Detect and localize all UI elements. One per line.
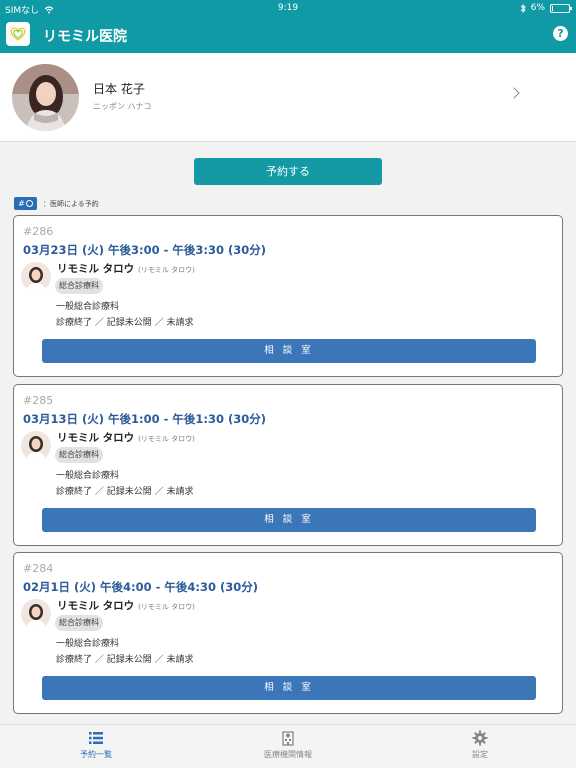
doctor-kana: (リモミル タロウ) [138, 603, 195, 611]
battery-fill [552, 5, 553, 11]
consultation-room-button[interactable]: 相 談 室 [42, 676, 536, 700]
tab-clinic-info[interactable]: 医療機関情報 [228, 730, 348, 760]
bluetooth-icon [520, 3, 526, 13]
avatar [12, 64, 79, 131]
appointment-number: #284 [23, 562, 54, 575]
appointment-status: 診療終了 ／ 記録未公開 ／ 未請求 [56, 487, 194, 497]
doctor-name-text: リモミル タロウ [57, 600, 135, 612]
legend-text: ：医師による予約 [43, 199, 99, 208]
doctor-name: リモミル タロウ (リモミル タロウ) [57, 598, 195, 613]
tab-settings[interactable]: 設定 [420, 730, 540, 760]
doctor-name-text: リモミル タロウ [57, 432, 135, 444]
status-bar: SIMなし 9:19 6% [0, 0, 576, 17]
appointment-datetime: 02月1日 (火) 午後4:00 - 午後4:30 (30分) [23, 580, 259, 594]
appointment-menu: 一般総合診療科 [56, 639, 120, 649]
doctor-avatar [21, 431, 51, 461]
tab-label: 医療機関情報 [264, 750, 312, 759]
consultation-room-button[interactable]: 相 談 室 [42, 508, 536, 532]
hospital-icon [282, 731, 294, 746]
doctor-avatar [21, 599, 51, 629]
doctor-kana: (リモミル タロウ) [138, 266, 195, 274]
profile-kana: ニッポン ハナコ [93, 102, 152, 111]
doctor-name: リモミル タロウ (リモミル タロウ) [57, 261, 195, 276]
profile-name: 日本 花子 [93, 82, 145, 96]
appointment-status: 診療終了 ／ 記録未公開 ／ 未請求 [56, 655, 194, 665]
appointment-number: #285 [23, 394, 54, 407]
doctor-name: リモミル タロウ (リモミル タロウ) [57, 430, 195, 445]
app-logo [6, 22, 30, 46]
appointment-card: #285 03月13日 (火) 午後1:00 - 午後1:30 (30分) リモ… [13, 384, 563, 546]
tab-label: 設定 [472, 750, 488, 759]
appointment-menu: 一般総合診療科 [56, 302, 120, 312]
consultation-room-button[interactable]: 相 談 室 [42, 339, 536, 363]
doctor-kana: (リモミル タロウ) [138, 435, 195, 443]
legend: # ：医師による予約 [14, 197, 99, 210]
app-title: リモミル医院 [43, 29, 127, 45]
help-icon[interactable]: ? [553, 26, 568, 41]
appointment-datetime: 03月13日 (火) 午後1:00 - 午後1:30 (30分) [23, 412, 267, 426]
profile-row[interactable]: 日本 花子 ニッポン ハナコ [0, 53, 576, 142]
doctor-name-text: リモミル タロウ [57, 263, 135, 275]
badge-hash: # [18, 199, 25, 208]
heart-logo-icon [10, 27, 26, 41]
appointment-number: #286 [23, 225, 54, 238]
doctor-avatar [21, 262, 51, 292]
department-badge: 総合診療科 [55, 278, 103, 294]
app-header: リモミル医院 ? [0, 17, 576, 53]
appointment-menu: 一般総合診療科 [56, 471, 120, 481]
gear-icon [472, 730, 488, 746]
chevron-right-icon[interactable] [508, 87, 520, 99]
appointment-card: #284 02月1日 (火) 午後4:00 - 午後4:30 (30分) リモミ… [13, 552, 563, 714]
battery-icon [550, 3, 572, 13]
clock: 9:19 [277, 3, 299, 13]
appointment-datetime: 03月23日 (火) 午後3:00 - 午後3:30 (30分) [23, 243, 267, 257]
tab-reservations[interactable]: 予約一覧 [36, 730, 156, 760]
tab-label: 予約一覧 [80, 750, 112, 759]
department-badge: 総合診療科 [55, 615, 103, 631]
doctor-reservation-badge: # [14, 197, 37, 210]
appointment-status: 診療終了 ／ 記録未公開 ／ 未請求 [56, 318, 194, 328]
list-icon [89, 732, 103, 744]
circle-icon [25, 200, 33, 207]
appointment-card: #286 03月23日 (火) 午後3:00 - 午後3:30 (30分) リモ… [13, 215, 563, 377]
reserve-button[interactable]: 予約する [194, 158, 382, 185]
department-badge: 総合診療科 [55, 447, 103, 463]
tab-bar: 予約一覧 医療機関情報 設定 [0, 724, 576, 768]
battery-percent: 6% [530, 3, 545, 13]
status-right: 6% [520, 3, 572, 13]
